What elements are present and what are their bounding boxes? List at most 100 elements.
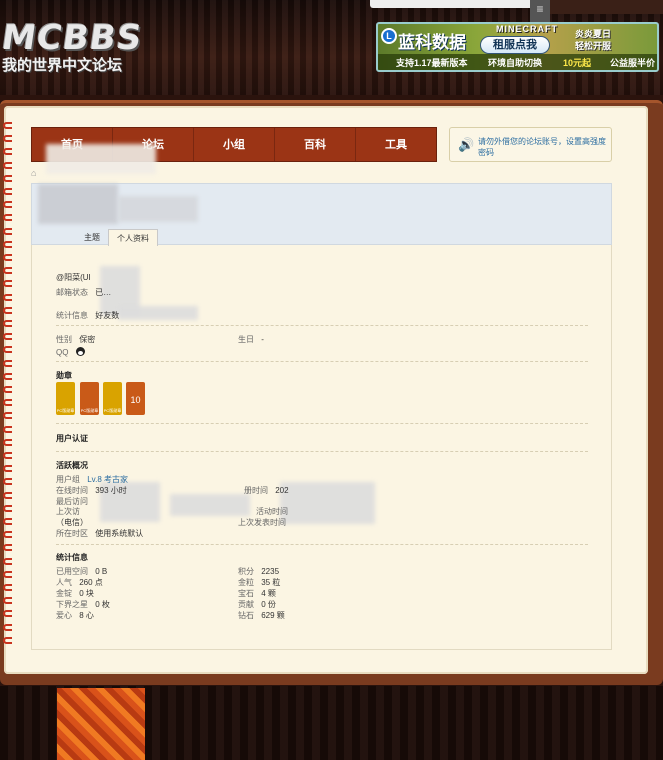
timezone-row: 所在时区 使用系统默认 [56,528,143,539]
stat-row: 已用空间 0 B [56,566,107,577]
top-right-bar [540,0,663,14]
spiral-ring [3,122,12,129]
spiral-ring [3,320,12,327]
spiral-ring [3,557,12,565]
redaction [170,494,250,516]
spiral-ring [3,518,12,525]
spiral-ring [3,478,12,486]
spiral-ring [3,425,12,433]
medal-label: PC版勋章 [56,408,75,413]
spiral-ring [3,346,12,354]
ad-bottom-text-3: 10元起 [563,58,592,68]
ad-bottom-text-1: 支持1.17最新版本 [396,58,468,68]
online-time-label: 在线时间 [56,486,88,495]
stat-value: 260 点 [79,578,103,587]
notice-text[interactable]: 请勿外借您的论坛账号，设置高强度密码 [478,136,606,158]
stat-label: 宝石 [238,589,254,598]
activity-heading: 活跃概况 [56,461,88,470]
stat-value: 8 心 [79,611,94,620]
spiral-ring [3,570,12,578]
qq-penguin-icon[interactable] [75,347,85,356]
last-active-row: 活动时间 [256,506,293,517]
medal-label: PC版勋章 [80,408,99,413]
ad-bottom-strip: 支持1.17最新版本 环境自助切换 10元起 公益服半价 [378,54,657,70]
redaction [118,196,198,222]
stat-value: 0 块 [79,589,94,598]
online-time-value: 393 小时 [95,486,127,495]
spiral-ring [3,491,12,499]
spiral-ring [3,161,12,169]
spiral-ring [3,465,12,473]
spiral-ring [3,623,12,631]
stat-row: 人气 260 点 [56,577,103,588]
medal-pickaxe-gold[interactable]: PC版勋章 [103,382,122,415]
spiral-ring [3,452,12,459]
stat-label: 金粒 [238,578,254,587]
nav-item-wiki[interactable]: 百科 [275,128,356,161]
medal-pickaxe-orange[interactable]: PC版勋章 [80,382,99,415]
redaction [46,144,156,174]
spiral-ring [3,333,12,341]
spiral-ring [3,214,12,222]
spiral-ring [3,174,12,182]
home-icon[interactable]: ⌂ [31,168,36,178]
tab-threads[interactable]: 主题 [76,229,108,246]
birthday-value: - [261,335,264,344]
stat-value: 0 B [95,567,108,576]
medal-label: PC版勋章 [103,408,122,413]
stat-label: 爱心 [56,611,72,620]
stat-row: 金锭 0 块 [56,588,94,599]
logo-subtitle: 我的世界中文论坛 [2,57,123,74]
stat-row: 下界之星 0 枚 [56,599,110,610]
security-notice: 🔊 请勿外借您的论坛账号，设置高强度密码 [449,127,612,162]
ad-button[interactable]: 租服点我 [480,36,550,54]
spiral-ring [3,359,12,367]
hosting-ad-banner[interactable]: L 蓝科数据 MINECRAFT 租服点我 炎炎夏日 轻松开服 支持1.17最新… [376,22,659,72]
timezone-label: 所在时区 [56,529,88,538]
online-time-row: 在线时间 393 小时 [56,485,127,496]
medal-pickaxe-gold[interactable]: PC版勋章 [56,382,75,415]
medal-anniversary-10[interactable]: 10 [126,382,145,415]
logo-text: MCBBS [0,18,145,58]
spiral-ring [3,188,12,195]
divider [56,361,588,362]
menu-icon[interactable]: ≡ [530,0,550,22]
qq-row: QQ [56,346,85,357]
stat-label: 积分 [238,567,254,576]
site-logo[interactable]: MCBBS 我的世界中文论坛 [0,10,150,80]
last-post-row: 上次发表时间 [238,517,291,528]
username: @阳菜(UI [56,272,91,283]
nav-item-group[interactable]: 小组 [194,128,275,161]
profile-tabs: 主题 个人资料 [76,229,158,246]
spiral-ring [3,293,12,301]
last-ip-row: 上次访 [56,506,85,517]
user-group-value[interactable]: Lv.8 考古家 [87,475,128,484]
ad-promo-line1: 炎炎夏日 [574,29,611,39]
ad-bottom-text-2: 环境自助切换 [488,58,543,68]
register-time-label: 册时间 [244,486,268,495]
divider [56,544,588,545]
top-search-bar[interactable] [370,0,540,8]
timezone-value: 使用系统默认 [95,529,144,538]
redaction [118,306,198,320]
spiral-ring [3,544,12,552]
user-group-label: 用户组 [56,475,80,484]
spiral-ring [3,597,12,605]
medal-label: 10 [130,395,141,405]
nav-item-tools[interactable]: 工具 [356,128,436,161]
tab-profile[interactable]: 个人资料 [108,229,158,246]
email-status-value: 已… [95,288,112,297]
ad-logo-icon: L [381,28,397,44]
stat-value: 0 份 [261,600,276,609]
stat-label: 钻石 [238,611,254,620]
stat-label: 人气 [56,578,72,587]
telecom-row: （电信） [56,517,88,528]
last-visit-label: 最后访问 [56,497,88,506]
stat-row: 宝石 4 颗 [238,588,276,599]
spiral-ring [3,201,12,209]
auth-heading: 用户认证 [56,434,88,443]
qq-label: QQ [56,348,69,357]
stats-value[interactable]: 好友数 [95,311,119,320]
stat-value: 35 粒 [261,578,281,587]
divider [56,325,588,326]
